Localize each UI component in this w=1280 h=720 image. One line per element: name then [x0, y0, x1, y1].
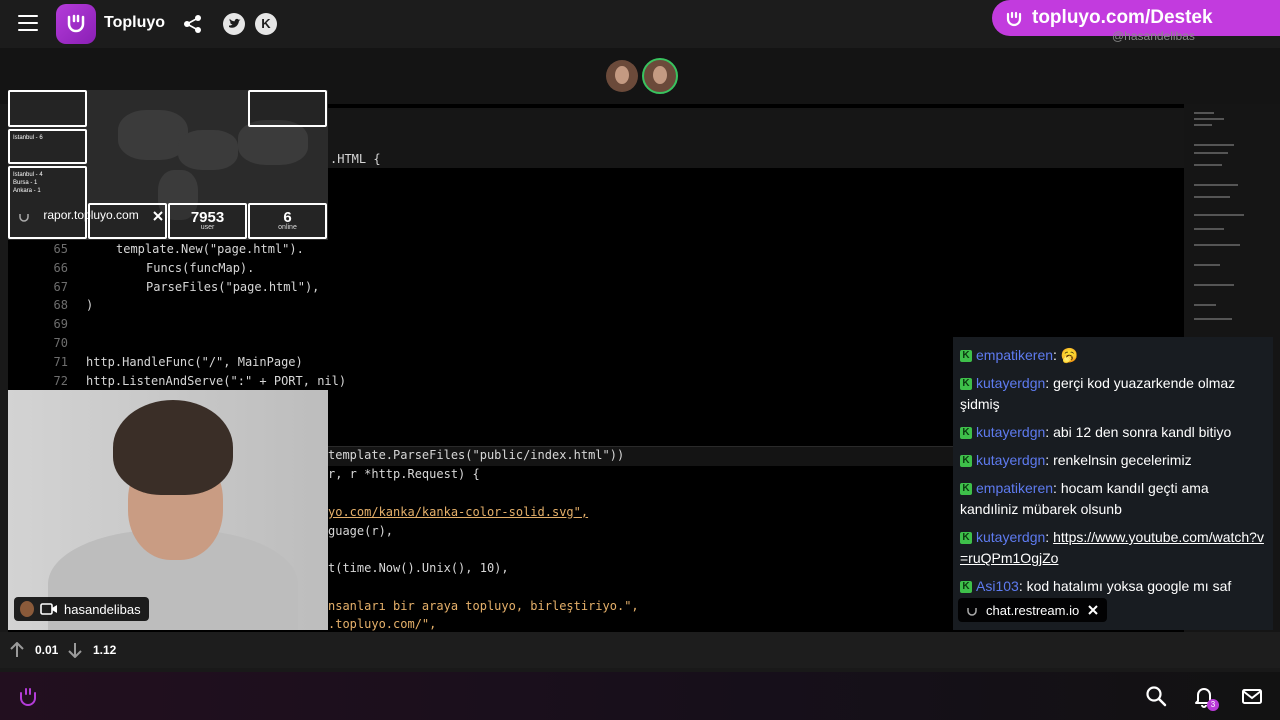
bandwidth-bar: 0.01 1.12	[0, 632, 1280, 668]
line-number: 69	[53, 317, 68, 331]
upload-rate: 0.01	[35, 643, 59, 657]
kanka-badge-icon: K	[960, 581, 972, 594]
arrow-down-icon	[68, 643, 82, 658]
webcam-feed[interactable]	[8, 390, 328, 630]
code-line: )	[86, 298, 94, 312]
map-tile	[8, 90, 87, 127]
users-stat: 7953 user	[168, 203, 247, 239]
chat-text: kod hatalımı yoksa google mı saf	[1026, 578, 1232, 594]
chat-message: Kkutayerdgn: https://www.youtube.com/wat…	[960, 529, 1264, 566]
chat-message: Kkutayerdgn: renkelnsin gecelerimiz	[960, 450, 1270, 471]
kanka-badge-icon: K	[960, 427, 972, 440]
chat-text: renkelnsin gecelerimiz	[1053, 452, 1192, 468]
line-number: 70	[53, 336, 68, 350]
restream-tag[interactable]: chat.restream.io	[958, 598, 1108, 622]
city-stats: Istanbul - 4 Bursa - 1 Ankara - 1	[13, 172, 43, 194]
search-icon[interactable]	[1144, 684, 1168, 708]
smile-icon	[1006, 11, 1022, 27]
chat-overlay: Kempatikeren: 🥱 Kkutayerdgn: gerçi kod y…	[953, 337, 1273, 630]
mail-icon[interactable]	[1240, 684, 1264, 708]
close-icon[interactable]	[152, 210, 164, 222]
kanka-icon[interactable]: K	[255, 13, 277, 35]
code-line: template.New("page.html").	[116, 242, 304, 256]
rapor-link[interactable]: rapor.topluyo.com	[18, 208, 164, 222]
chat-message: Kkutayerdgn: gerçi kod yuazarkende olmaz…	[960, 375, 1236, 412]
code-fragment: template.ParseFiles("public/index.html")…	[328, 448, 625, 462]
smile-icon	[19, 213, 29, 222]
top-bar: Topluyo K topluyo.com/Destek @hasandelib…	[0, 0, 1280, 48]
user-avatar	[20, 601, 34, 617]
chat-text: abi 12 den sonra kandl bitiyo	[1053, 424, 1232, 440]
chat-message: Kempatikeren: 🥱	[960, 345, 1270, 366]
chat-username[interactable]: Asi103	[976, 578, 1019, 594]
editor-header: .HTML {	[328, 108, 1188, 168]
restream-url[interactable]: chat.restream.io	[986, 603, 1079, 618]
code-line: ParseFiles("page.html"),	[146, 280, 320, 294]
chat-username[interactable]: empatikeren	[976, 347, 1053, 363]
chat-username[interactable]: kutayerdgn	[976, 529, 1045, 545]
code-fragment: guage(r),	[328, 524, 394, 538]
city-stats: Istanbul - 6	[13, 135, 43, 141]
code-line: http.HandleFunc("/", MainPage)	[86, 355, 303, 369]
destek-link[interactable]: topluyo.com/Destek	[1032, 7, 1213, 29]
chat-text: 🥱	[1060, 347, 1079, 363]
online-stat: 6 online	[248, 203, 327, 239]
line-number: 67	[53, 280, 68, 294]
line-number: 71	[53, 355, 68, 369]
chat-message: K Asi103: kod hatalımı yoksa google mı sa…	[960, 576, 1270, 597]
code-fragment: .topluyo.com/",	[328, 617, 437, 631]
chat-username[interactable]: kutayerdgn	[976, 424, 1045, 440]
topluyo-logo[interactable]	[56, 4, 96, 44]
participant-avatar-active[interactable]	[642, 58, 678, 94]
code-fragment: .HTML {	[330, 152, 381, 166]
rapor-url[interactable]: rapor.topluyo.com	[43, 208, 138, 222]
city-tile: Istanbul - 6	[8, 129, 87, 164]
notification-count-badge: 3	[1207, 699, 1219, 711]
chat-username[interactable]: empatikeren	[976, 480, 1053, 496]
line-number: 66	[53, 261, 68, 275]
smile-icon	[967, 608, 977, 616]
kanka-badge-icon: K	[960, 378, 972, 391]
line-number: 72	[53, 374, 68, 388]
chat-message: Kkutayerdgn: abi 12 den sonra kandl biti…	[960, 422, 1270, 443]
menu-icon[interactable]	[18, 15, 38, 31]
kanka-badge-icon: K	[960, 455, 972, 468]
code-line: Funcs(funcMap).	[146, 261, 255, 275]
topluyo-home-icon[interactable]	[16, 684, 40, 708]
map-tile	[248, 90, 327, 127]
webcam-user-tag[interactable]: hasandelibas	[14, 597, 149, 621]
code-fragment: yo.com/kanka/kanka-color-solid.svg",	[328, 505, 589, 519]
kanka-badge-icon: K	[960, 350, 972, 363]
city-tile: Istanbul - 4 Bursa - 1 Ankara - 1	[8, 166, 87, 239]
chat-username[interactable]: kutayerdgn	[976, 452, 1045, 468]
download-rate: 1.12	[93, 643, 117, 657]
bottom-bar	[0, 672, 1280, 720]
line-number: 65	[53, 242, 68, 256]
webcam-username: hasandelibas	[64, 601, 141, 617]
code-fragment: nsanları bir araya topluyo, birleştiriyo…	[328, 599, 639, 613]
code-fragment: t(time.Now().Unix(), 10),	[328, 561, 509, 575]
camera-icon	[40, 603, 57, 615]
users-label: user	[200, 224, 215, 231]
share-icon[interactable]	[182, 13, 204, 35]
arrow-up-icon	[10, 642, 24, 657]
participant-avatar[interactable]	[606, 60, 638, 92]
online-label: online	[278, 224, 297, 231]
destek-handle: @hasandelibas	[1112, 29, 1195, 43]
code-fragment: r, r *http.Request) {	[328, 467, 480, 481]
kanka-badge-icon: K	[960, 532, 972, 545]
line-number: 68	[53, 298, 68, 312]
chat-message: Kempatikeren: hocam kandıl geçti ama kan…	[960, 480, 1209, 517]
brand-name[interactable]: Topluyo	[104, 14, 165, 32]
code-line: http.ListenAndServe(":" + PORT, nil)	[86, 374, 347, 388]
close-icon[interactable]	[1087, 604, 1099, 616]
twitter-icon[interactable]	[223, 13, 245, 35]
kanka-badge-icon: K	[960, 483, 972, 496]
chat-username[interactable]: kutayerdgn	[976, 375, 1045, 391]
